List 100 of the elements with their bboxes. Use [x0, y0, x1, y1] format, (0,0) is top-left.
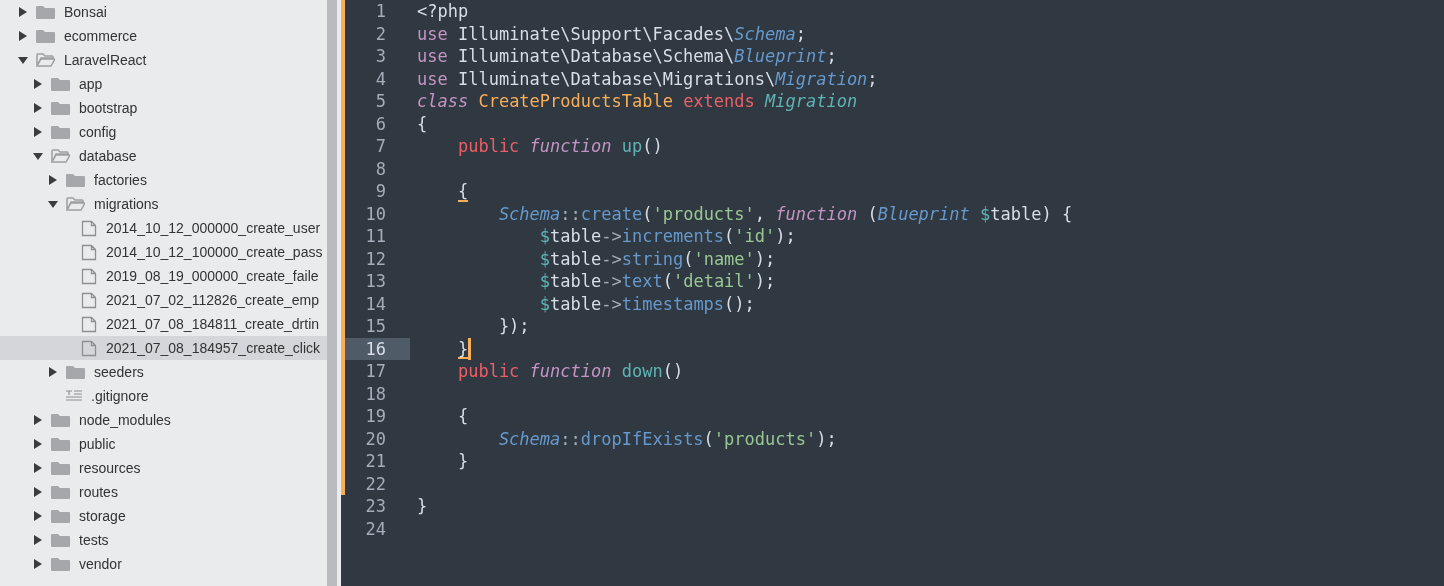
- folder-icon: [36, 5, 55, 19]
- folder-icon: [51, 509, 70, 523]
- file-item[interactable]: .gitignore: [0, 384, 327, 408]
- folder-icon: [51, 533, 70, 547]
- folder-item[interactable]: node_modules: [0, 408, 327, 432]
- code-line: use Illuminate\Database\Schema\Blueprint;: [417, 45, 837, 68]
- expand-arrow-icon[interactable]: [33, 559, 43, 569]
- folder-item[interactable]: resources: [0, 456, 327, 480]
- file-icon: [81, 339, 97, 357]
- folder-item[interactable]: ecommerce: [0, 24, 327, 48]
- expand-arrow-icon[interactable]: [33, 511, 43, 521]
- folder-item[interactable]: database: [0, 144, 327, 168]
- code-line: $table->increments('id');: [538, 225, 796, 248]
- expand-arrow-icon[interactable]: [33, 487, 43, 497]
- file-item[interactable]: 2021_07_08_184811_create_drtin: [0, 312, 327, 336]
- file-icon: [81, 219, 97, 237]
- expand-arrow-icon[interactable]: [18, 7, 28, 17]
- folder-icon: [51, 101, 70, 115]
- folder-item[interactable]: vendor: [0, 552, 327, 576]
- line-number: 22: [364, 472, 387, 495]
- folder-item[interactable]: factories: [0, 168, 327, 192]
- code-line: }: [417, 495, 428, 518]
- file-item[interactable]: 2019_08_19_000000_create_faile: [0, 264, 327, 288]
- expand-arrow-icon[interactable]: [33, 535, 43, 545]
- expand-arrow-icon[interactable]: [33, 79, 43, 89]
- file-icon: [81, 243, 97, 261]
- line-number: 24: [364, 517, 387, 540]
- line-number: 13: [364, 270, 387, 293]
- line-number: 21: [364, 450, 387, 473]
- folder-icon: [51, 77, 70, 91]
- collapse-arrow-icon[interactable]: [33, 151, 43, 161]
- code-line: use Illuminate\Support\Facades\Schema;: [417, 22, 806, 45]
- folder-item[interactable]: public: [0, 432, 327, 456]
- line-number: 14: [364, 292, 387, 315]
- collapse-arrow-icon[interactable]: [48, 199, 58, 209]
- line-number: 3: [374, 45, 387, 68]
- code-line: use Illuminate\Database\Migrations\Migration;: [417, 67, 878, 90]
- expand-arrow-icon[interactable]: [33, 463, 43, 473]
- code-line: $table->text('detail');: [538, 270, 776, 293]
- folder-item[interactable]: LaravelReact: [0, 48, 327, 72]
- scrollbar-thumb[interactable]: [327, 0, 337, 586]
- folder-icon: [51, 557, 70, 571]
- line-number: 2: [374, 22, 387, 45]
- folder-item[interactable]: storage: [0, 504, 327, 528]
- file-item[interactable]: 2021_07_08_184957_create_click: [0, 336, 327, 360]
- line-number: 17: [364, 360, 387, 383]
- folder-item[interactable]: migrations: [0, 192, 327, 216]
- folder-icon: [51, 485, 70, 499]
- line-number: 10: [364, 202, 387, 225]
- code-line: Schema::dropIfExists('products');: [497, 427, 837, 450]
- line-number: 6: [374, 112, 387, 135]
- code-line: }: [456, 450, 469, 473]
- line-number: 1: [374, 0, 387, 23]
- folder-item[interactable]: config: [0, 120, 327, 144]
- folder-icon: [51, 125, 70, 139]
- folder-icon: [51, 413, 70, 427]
- code-line: class CreateProductsTable extends Migration: [417, 90, 858, 113]
- folder-item[interactable]: tests: [0, 528, 327, 552]
- open-folder-icon: [36, 53, 55, 67]
- code-line: <?php: [417, 0, 469, 23]
- line-number: 19: [364, 405, 387, 428]
- file-icon: [81, 315, 97, 333]
- line-number: 16: [345, 337, 410, 360]
- file-icon: [81, 267, 97, 285]
- folder-item[interactable]: Bonsai: [0, 0, 327, 24]
- line-number: 11: [364, 225, 387, 248]
- folder-icon: [66, 173, 85, 187]
- expand-arrow-icon[interactable]: [33, 127, 43, 137]
- folder-icon: [66, 365, 85, 379]
- expand-arrow-icon[interactable]: [33, 103, 43, 113]
- code-line: {: [456, 405, 469, 428]
- open-folder-icon: [66, 197, 85, 211]
- file-item[interactable]: 2014_10_12_000000_create_user: [0, 216, 327, 240]
- folder-icon: [51, 461, 70, 475]
- line-number: 9: [374, 180, 387, 203]
- collapse-arrow-icon[interactable]: [18, 55, 28, 65]
- folder-item[interactable]: seeders: [0, 360, 327, 384]
- code-line: $table->timestamps();: [538, 292, 755, 315]
- folder-item[interactable]: app: [0, 72, 327, 96]
- file-item[interactable]: 2021_07_02_112826_create_emp: [0, 288, 327, 312]
- expand-arrow-icon[interactable]: [48, 175, 58, 185]
- file-item[interactable]: 2014_10_12_100000_create_pass: [0, 240, 327, 264]
- code-line: public function up(): [456, 135, 663, 158]
- line-number: 15: [364, 315, 387, 338]
- line-number: 18: [364, 382, 387, 405]
- expand-arrow-icon[interactable]: [33, 439, 43, 449]
- text-lines-icon: [66, 390, 82, 402]
- code-line: public function down(): [456, 360, 684, 383]
- folder-icon: [36, 29, 55, 43]
- code-line: Schema::create('products', function (Blueprint $table) {: [497, 202, 1073, 225]
- code-line: {: [417, 112, 428, 135]
- expand-arrow-icon[interactable]: [48, 367, 58, 377]
- expand-arrow-icon[interactable]: [18, 31, 28, 41]
- folder-item[interactable]: routes: [0, 480, 327, 504]
- line-number: 5: [374, 90, 387, 113]
- expand-arrow-icon[interactable]: [33, 415, 43, 425]
- open-folder-icon: [51, 149, 70, 163]
- folder-item[interactable]: bootstrap: [0, 96, 327, 120]
- line-number: 23: [364, 495, 387, 518]
- line-number: 7: [374, 135, 387, 158]
